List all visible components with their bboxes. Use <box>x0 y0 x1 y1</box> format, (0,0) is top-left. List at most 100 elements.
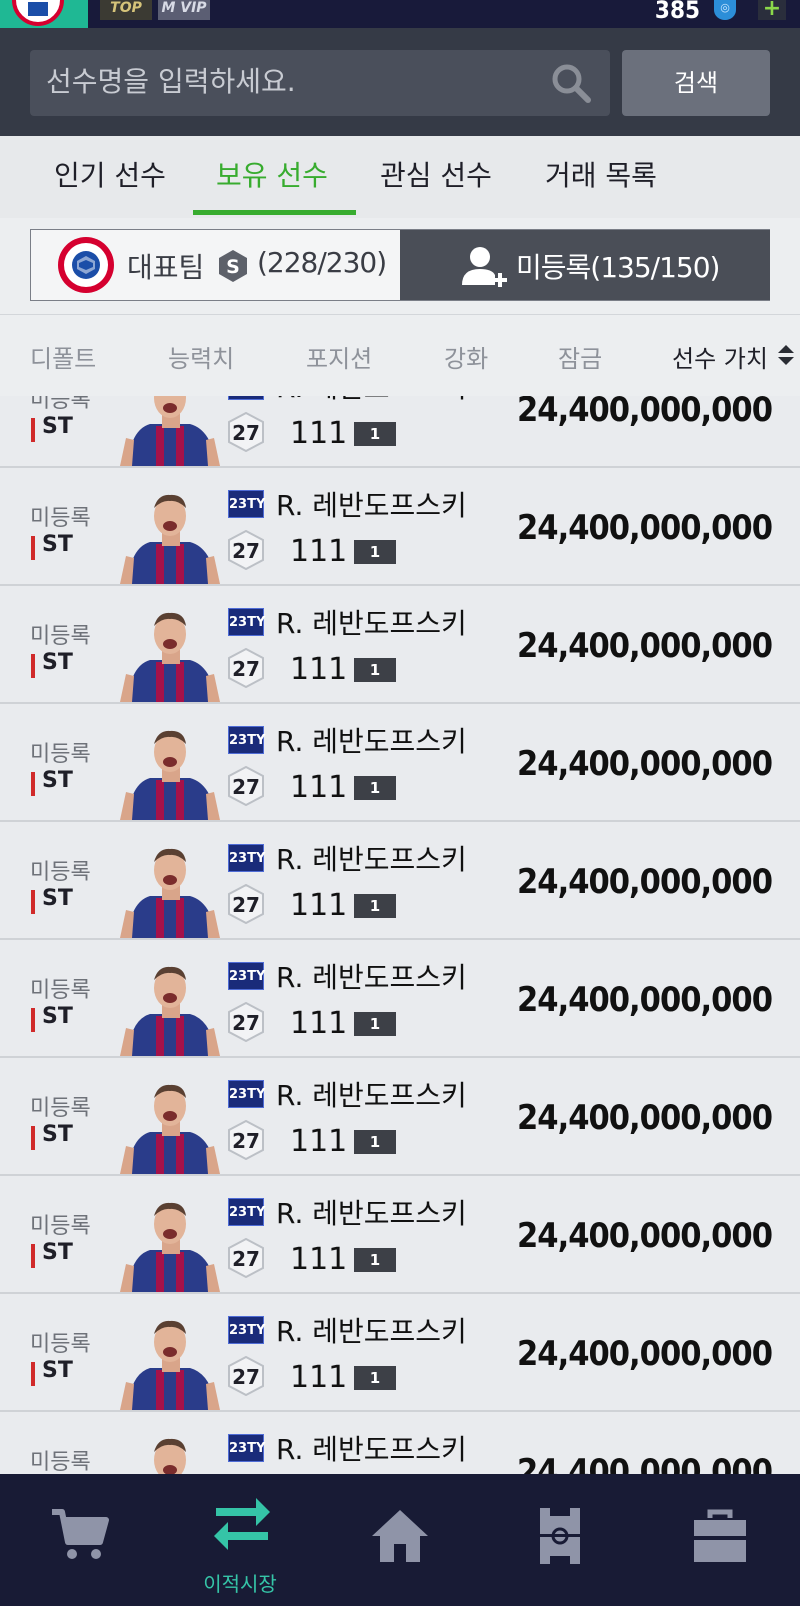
active-tab-indicator <box>193 210 356 215</box>
nav-club[interactable] <box>640 1474 800 1606</box>
position-label: ST <box>42 1004 73 1029</box>
registration-status: 미등록 <box>30 978 91 1003</box>
position-rating-hex: 27 <box>228 1002 264 1042</box>
position-color-bar <box>31 772 35 796</box>
club-logo-icon[interactable] <box>0 0 88 28</box>
position-rating-hex: 27 <box>228 1356 264 1396</box>
player-photo <box>120 848 220 938</box>
sort-position[interactable]: 포지션 <box>306 339 372 374</box>
position-rating-hex: 27 <box>228 1120 264 1160</box>
season-badge: 23TY <box>228 396 264 400</box>
player-row[interactable]: 미등록ST23TYR. 레반도프스키27111124,400,000,000 <box>0 822 800 940</box>
registration-status: 미등록 <box>30 396 91 413</box>
position-label: ST <box>42 414 73 439</box>
player-name: R. 레반도프스키 <box>276 489 467 522</box>
enhance-badge: 1 <box>354 1012 396 1036</box>
enhance-badge: 1 <box>354 1248 396 1272</box>
player-photo <box>120 612 220 702</box>
sort-lock[interactable]: 잠금 <box>558 339 602 374</box>
registration-status: 미등록 <box>30 1096 91 1121</box>
add-coin-button[interactable]: + <box>758 0 786 20</box>
overall-rating: 111 <box>290 416 348 451</box>
position-rating-value: 27 <box>232 775 260 799</box>
search-input[interactable]: 선수명을 입력하세요. <box>30 50 610 116</box>
season-badge: 23TY <box>228 1316 265 1344</box>
cart-icon <box>52 1509 109 1559</box>
season-badge: 23TY <box>228 490 265 518</box>
player-row[interactable]: 미등록ST23TYR. 레반도프스키27111124,400,000,000 <box>0 468 800 586</box>
tab-watchlist-players[interactable]: 관심 선수 <box>380 154 492 194</box>
registration-status: 미등록 <box>30 1214 91 1239</box>
position-label: ST <box>42 1122 73 1147</box>
squad-count: (228/230) <box>257 246 387 279</box>
sort-player-value[interactable]: 선수 가치 <box>672 339 768 374</box>
overall-rating: 111 <box>290 1360 348 1395</box>
nav-transfer-label: 이적시장 <box>203 1572 277 1596</box>
nav-squad[interactable] <box>480 1474 640 1606</box>
player-photo <box>120 1084 220 1174</box>
transfer-arrows-icon <box>214 1498 270 1550</box>
position-color-bar <box>31 1126 35 1150</box>
search-button[interactable]: 검색 <box>622 50 770 116</box>
coin-icon: ◎ <box>714 0 736 20</box>
registration-status: 미등록 <box>30 1450 91 1474</box>
position-color-bar <box>31 1244 35 1268</box>
season-badge: 23TY <box>228 1434 265 1462</box>
player-row[interactable]: 미등록ST23TYR. 레반도프스키27111124,400,000,000 <box>0 704 800 822</box>
player-value: 24,400,000,000 <box>517 508 773 548</box>
position-rating-hex: 27 <box>228 1238 264 1278</box>
player-row[interactable]: 미등록ST23TYR. 레반도프스키27111124,400,000,000 <box>0 1412 800 1474</box>
player-row[interactable]: 미등록ST23TYR. 레반도프스키27111124,400,000,000 <box>0 396 800 468</box>
player-value: 24,400,000,000 <box>517 1452 773 1474</box>
player-photo <box>120 730 220 820</box>
position-color-bar <box>31 654 35 678</box>
nav-transfer-market[interactable]: 이적시장 <box>160 1474 320 1606</box>
sort-enhance[interactable]: 강화 <box>444 339 488 374</box>
sort-default[interactable]: 디폴트 <box>30 339 96 374</box>
player-name: R. 레반도프스키 <box>276 1079 467 1112</box>
player-value: 24,400,000,000 <box>517 1216 773 1256</box>
season-badge: 23TY <box>228 726 265 754</box>
player-photo <box>120 494 220 584</box>
squad-button[interactable]: 대표팀 S (228/230) <box>31 230 400 300</box>
coin-count: 385 <box>654 0 700 24</box>
player-row[interactable]: 미등록ST23TYR. 레반도프스키27111124,400,000,000 <box>0 1294 800 1412</box>
player-row[interactable]: 미등록ST23TYR. 레반도프스키27111124,400,000,000 <box>0 1058 800 1176</box>
position-color-bar <box>31 418 35 442</box>
player-row[interactable]: 미등록ST23TYR. 레반도프스키27111124,400,000,000 <box>0 586 800 704</box>
tab-owned-players[interactable]: 보유 선수 <box>216 154 328 194</box>
player-name: R. 레반도프스키 <box>276 1197 467 1230</box>
player-photo <box>120 966 220 1056</box>
squad-toggle: 대표팀 S (228/230) 미등록(135/150) <box>30 229 770 301</box>
sort-bar: 디폴트 능력치 포지션 강화 잠금 선수 가치 <box>0 314 800 396</box>
tab-popular-players[interactable]: 인기 선수 <box>54 154 166 194</box>
unregistered-label: 미등록(135/150) <box>516 251 720 284</box>
registration-status: 미등록 <box>30 624 91 649</box>
season-badge: 23TY <box>228 1198 265 1226</box>
player-value: 24,400,000,000 <box>517 626 773 666</box>
player-name: R. 레반도프스키 <box>276 1433 467 1466</box>
nav-shop[interactable] <box>0 1474 160 1606</box>
position-rating-hex: 27 <box>228 412 264 452</box>
player-row[interactable]: 미등록ST23TYR. 레반도프스키27111124,400,000,000 <box>0 940 800 1058</box>
tab-trade-list[interactable]: 거래 목록 <box>545 154 657 194</box>
position-rating-value: 27 <box>232 1365 260 1389</box>
s-tier-icon: S <box>219 250 247 282</box>
overall-rating: 111 <box>290 888 348 923</box>
player-name: R. 레반도프스키 <box>276 725 467 758</box>
sort-ability[interactable]: 능력치 <box>168 339 234 374</box>
position-rating-hex: 27 <box>228 766 264 806</box>
nav-home[interactable] <box>320 1474 480 1606</box>
overall-rating: 111 <box>290 534 348 569</box>
sort-caret-icon[interactable] <box>776 343 796 367</box>
home-icon <box>372 1510 428 1562</box>
player-row[interactable]: 미등록ST23TYR. 레반도프스키27111124,400,000,000 <box>0 1176 800 1294</box>
squad-label: 대표팀 <box>127 251 205 284</box>
unregistered-button[interactable]: 미등록(135/150) <box>400 230 770 300</box>
registration-status: 미등록 <box>30 860 91 885</box>
player-name: R. 레반도프스키 <box>276 1315 467 1348</box>
vip-badge: M VIP <box>158 0 210 20</box>
position-label: ST <box>42 532 73 557</box>
enhance-badge: 1 <box>354 422 396 446</box>
search-icon[interactable] <box>550 62 592 104</box>
